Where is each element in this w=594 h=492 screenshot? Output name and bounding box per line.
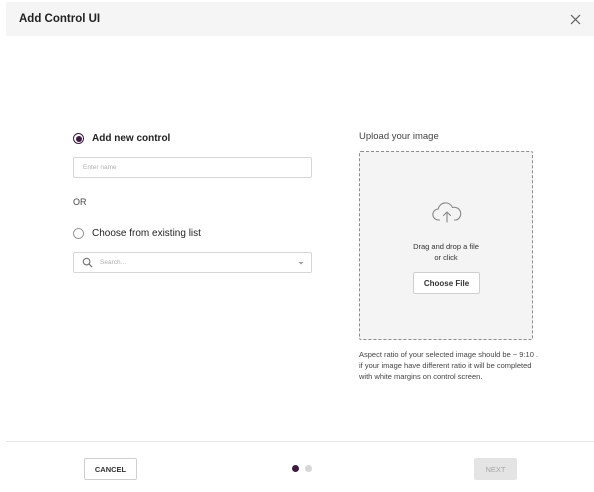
aspect-ratio-note: Aspect ratio of your selected image shou… xyxy=(359,350,539,381)
existing-control-search-select[interactable] xyxy=(73,252,312,273)
radio-choose-existing[interactable]: Choose from existing list xyxy=(73,228,201,239)
close-icon[interactable] xyxy=(568,12,582,26)
step-dot-1[interactable] xyxy=(292,465,299,472)
radio-choose-existing-label: Choose from existing list xyxy=(92,228,201,239)
cloud-upload-icon xyxy=(432,202,462,223)
dropzone-text-line1: Drag and drop a file xyxy=(413,242,479,251)
radio-add-new-control[interactable]: Add new control xyxy=(73,133,170,144)
image-dropzone[interactable]: Drag and drop a file or click Choose Fil… xyxy=(359,151,533,340)
radio-choose-existing-button[interactable] xyxy=(73,228,84,239)
dropzone-text-line2: or click xyxy=(434,253,458,262)
step-dot-2[interactable] xyxy=(305,465,312,472)
dialog-header: Add Control UI xyxy=(6,2,594,36)
chevron-down-icon[interactable] xyxy=(297,259,305,267)
next-button[interactable]: NEXT xyxy=(474,458,517,480)
or-separator: OR xyxy=(73,197,87,207)
search-input[interactable] xyxy=(100,259,297,266)
radio-add-new-control-button[interactable] xyxy=(73,133,84,144)
radio-add-new-control-label: Add new control xyxy=(92,133,171,144)
footer-divider xyxy=(6,441,594,442)
choose-file-button[interactable]: Choose File xyxy=(413,272,480,294)
upload-image-title: Upload your image xyxy=(359,131,439,142)
control-name-input[interactable] xyxy=(73,157,312,178)
dialog-title: Add Control UI xyxy=(19,13,101,25)
cancel-button[interactable]: CANCEL xyxy=(84,458,137,480)
step-indicator xyxy=(292,465,312,472)
search-icon xyxy=(82,257,93,268)
